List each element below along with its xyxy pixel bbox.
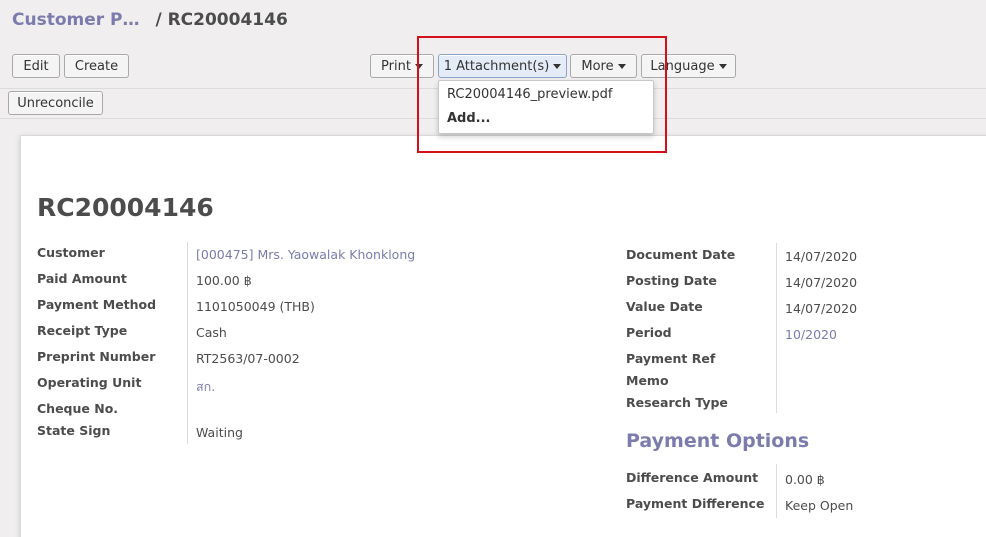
payment-options-heading: Payment Options: [626, 430, 810, 452]
customer-label: Customer: [37, 245, 105, 260]
period-label: Period: [626, 325, 672, 340]
create-button-label: Create: [74, 58, 119, 74]
document-date-value: 14/07/2020: [785, 249, 858, 264]
caret-down-icon: [718, 63, 727, 69]
memo-label: Memo: [626, 373, 669, 388]
payment-method-label: Payment Method: [37, 297, 157, 312]
document-date-label: Document Date: [626, 247, 736, 262]
operating-unit-link[interactable]: สก.: [196, 377, 215, 397]
print-button-label: Print: [381, 58, 411, 74]
edit-button-label: Edit: [23, 58, 49, 74]
value-date-value: 14/07/2020: [785, 301, 858, 316]
breadcrumb-parent-link[interactable]: Customer P…: [12, 10, 140, 30]
posting-date-value: 14/07/2020: [785, 275, 858, 290]
period-link[interactable]: 10/2020: [785, 327, 837, 342]
payment-difference-label: Payment Difference: [626, 496, 765, 511]
receipt-type-label: Receipt Type: [37, 323, 128, 338]
operating-unit-label: Operating Unit: [37, 375, 142, 390]
left-column-divider: [187, 242, 188, 444]
right-column-divider: [776, 243, 777, 413]
payment-difference-value: Keep Open: [785, 498, 854, 513]
create-button[interactable]: Create: [64, 54, 129, 78]
highlight-box: [417, 36, 667, 153]
difference-amount-value: 0.00 ฿: [785, 472, 825, 487]
posting-date-label: Posting Date: [626, 273, 717, 288]
preprint-number-value: RT2563/07-0002: [196, 351, 300, 366]
breadcrumb-separator: /: [155, 10, 162, 30]
cheque-no-label: Cheque No.: [37, 401, 119, 416]
payment-method-value: 1101050049 (THB): [196, 299, 315, 314]
state-sign-value: Waiting: [196, 425, 243, 440]
paid-amount-value: 100.00 ฿: [196, 273, 252, 288]
edit-button[interactable]: Edit: [12, 54, 60, 78]
breadcrumb-current: RC20004146: [167, 10, 288, 30]
state-sign-label: State Sign: [37, 423, 111, 438]
receipt-type-value: Cash: [196, 325, 227, 340]
unreconcile-button-label: Unreconcile: [17, 95, 94, 111]
customer-link[interactable]: [000475] Mrs. Yaowalak Khonklong: [196, 247, 415, 262]
paid-amount-label: Paid Amount: [37, 271, 127, 286]
preprint-number-label: Preprint Number: [37, 349, 156, 364]
payment-options-divider: [776, 464, 777, 518]
payment-ref-label: Payment Ref: [626, 351, 716, 366]
unreconcile-button[interactable]: Unreconcile: [8, 91, 103, 115]
breadcrumb: Customer P… / RC20004146: [12, 10, 288, 30]
research-type-label: Research Type: [626, 395, 728, 410]
value-date-label: Value Date: [626, 299, 703, 314]
difference-amount-label: Difference Amount: [626, 470, 759, 485]
record-title: RC20004146: [37, 193, 214, 222]
